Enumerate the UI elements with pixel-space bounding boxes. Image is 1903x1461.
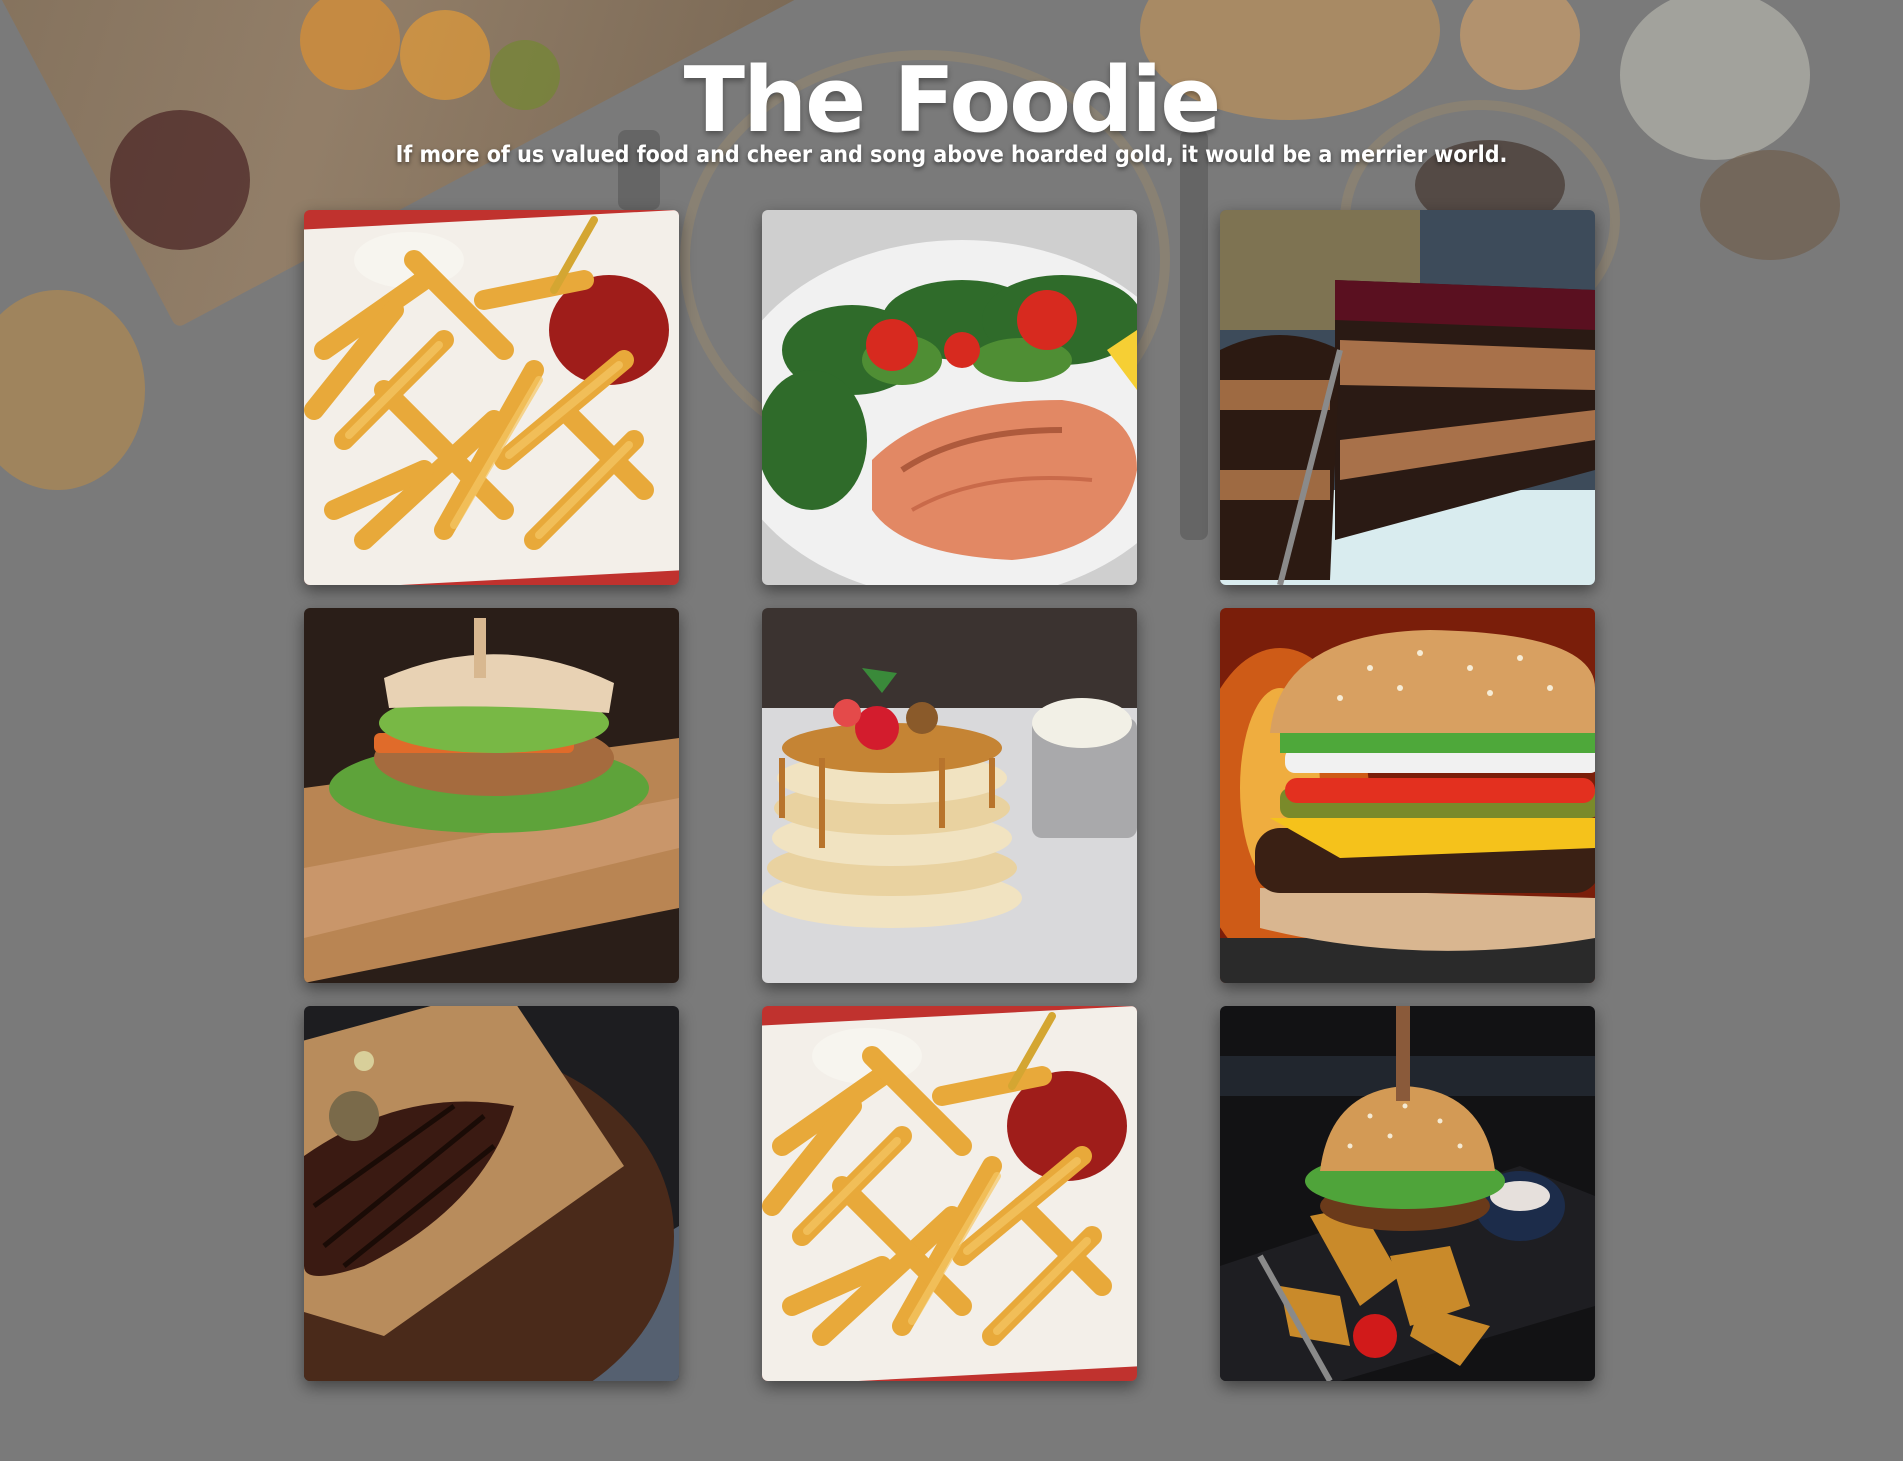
veggie-burger-photo (304, 608, 679, 983)
page-tagline: If more of us valued food and cheer and … (395, 142, 1508, 168)
gallery-item-salmon-salad[interactable] (762, 210, 1137, 585)
pancakes-photo (762, 608, 1137, 983)
gallery-item-burger-with-wedges[interactable] (1220, 1006, 1595, 1381)
gallery-item-cheeseburger[interactable] (1220, 608, 1595, 983)
cheeseburger-photo (1220, 608, 1595, 983)
fries-photo (762, 1006, 1137, 1381)
gallery-item-steak[interactable] (304, 1006, 679, 1381)
page-title: The Foodie (683, 48, 1222, 153)
gallery-item-chocolate-cake[interactable] (1220, 210, 1595, 585)
gallery-item-veggie-burger[interactable] (304, 608, 679, 983)
fries-photo (304, 210, 679, 585)
chocolate-cake-photo (1220, 210, 1595, 585)
burger-with-wedges-photo (1220, 1006, 1595, 1381)
steak-photo (304, 1006, 679, 1381)
gallery-item-fries[interactable] (304, 210, 679, 585)
pineapple-decoration (0, 290, 145, 490)
gallery-item-pancakes[interactable] (762, 608, 1137, 983)
salmon-salad-photo (762, 210, 1137, 585)
gallery-item-fries[interactable] (762, 1006, 1137, 1381)
food-gallery (304, 210, 1595, 1381)
